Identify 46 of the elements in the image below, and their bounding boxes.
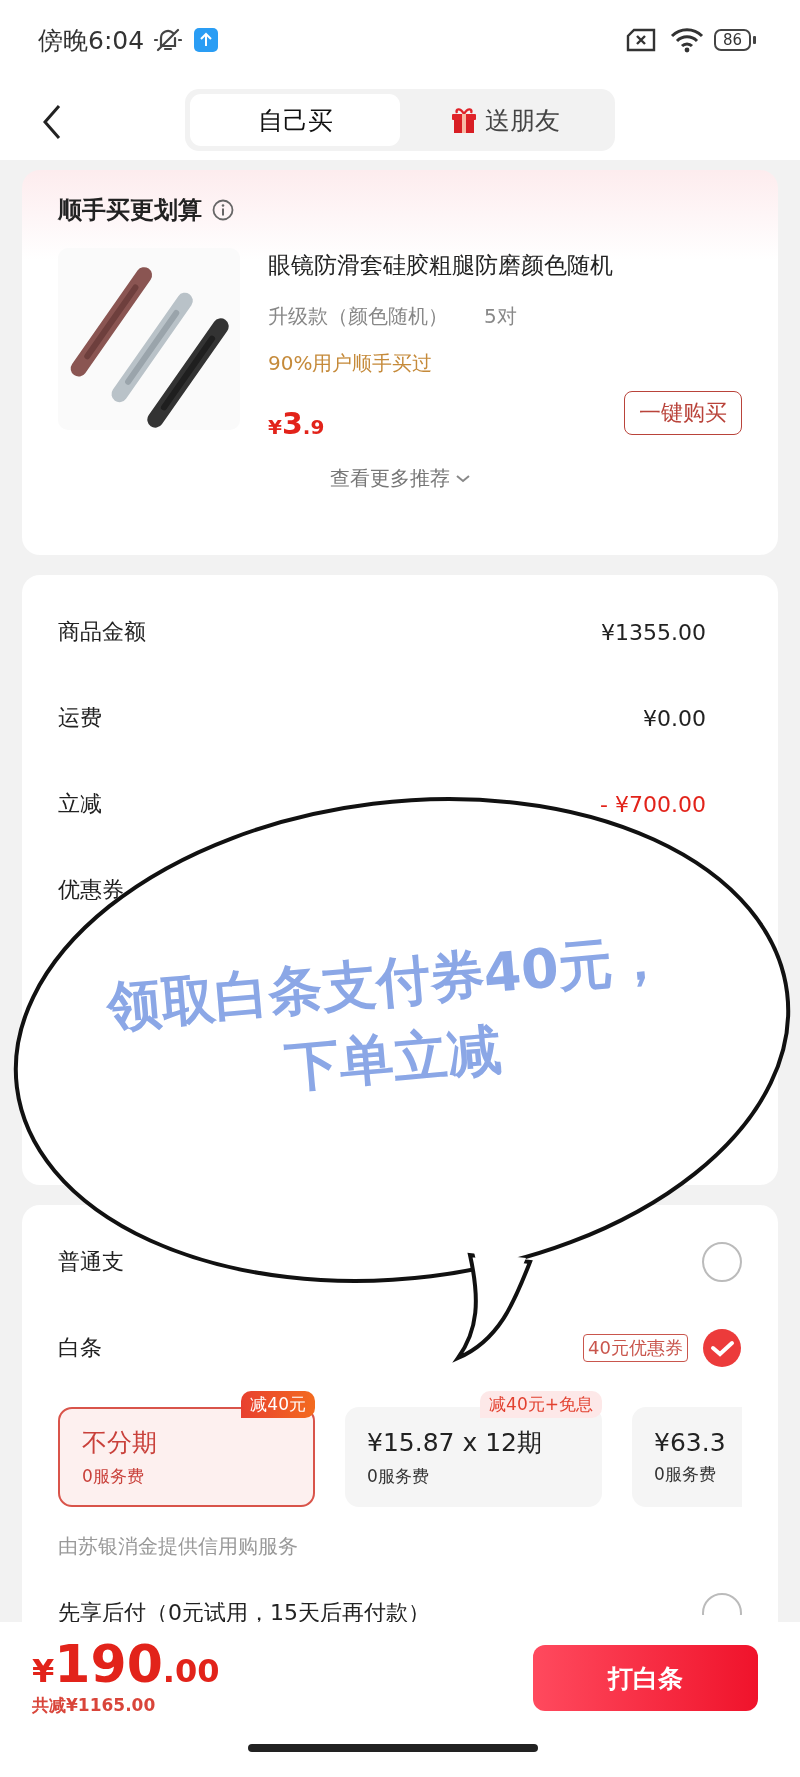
more-link[interactable]: 查看更多推荐: [58, 465, 742, 492]
chevron-down-icon: [456, 473, 470, 484]
plan-tag: 减40元: [241, 1391, 315, 1418]
plan-title: ¥63.3: [654, 1428, 727, 1457]
pay-button[interactable]: 打白条: [533, 1645, 758, 1711]
row-label: 运费: [58, 704, 102, 732]
coupon-badge: 40元优惠券: [583, 1334, 688, 1362]
radio-button[interactable]: [702, 1593, 742, 1615]
row-value: ¥1355.00: [601, 619, 706, 645]
gift-icon: [450, 106, 477, 134]
wifi-icon: [669, 27, 704, 53]
payment-option: 普通支: [58, 1247, 702, 1277]
installment-option[interactable]: ¥63.3 0服务费: [632, 1407, 742, 1507]
buy-button[interactable]: 一键购买: [624, 391, 742, 435]
row-label: 商品金额: [58, 618, 146, 646]
plan-fee: 0服务费: [654, 1463, 717, 1486]
bell-muted-icon: [154, 26, 183, 54]
radio-button[interactable]: [702, 1242, 742, 1282]
total-price: ¥190.00: [32, 1634, 220, 1694]
upload-icon: [194, 28, 219, 52]
section-title: 顺手买更划算: [58, 195, 202, 226]
row-label: 立减: [58, 790, 102, 818]
plan-title: ¥15.87 x 12期: [367, 1427, 543, 1459]
discount-total: 共减¥1165.00: [32, 1694, 156, 1717]
product-quantity: 5对: [484, 303, 517, 330]
plan-fee: 0服务费: [367, 1465, 430, 1488]
row-value: - ¥700.00: [600, 791, 706, 817]
product-title: 眼镜防滑套硅胶粗腿防磨颜色随机: [268, 251, 614, 280]
payment-option: 白条: [58, 1333, 584, 1363]
product-price: ¥3.9: [268, 406, 325, 441]
plan-fee: 0服务费: [82, 1465, 145, 1488]
row-value: ¥0.00: [643, 705, 706, 731]
purchase-note: 90%用户顺手买过: [268, 350, 434, 377]
row-label: 优惠券: [58, 876, 124, 904]
provider-note: 由苏银消金提供信用购服务: [58, 1533, 299, 1560]
back-icon[interactable]: [42, 104, 62, 140]
plan-tag: 减40元+免息: [480, 1391, 602, 1418]
checked-radio-icon[interactable]: [702, 1328, 742, 1368]
info-icon[interactable]: [212, 199, 234, 221]
callout-text: 领取白条支付券40元， 下单立减: [103, 925, 670, 1102]
sim-card-icon: [625, 28, 656, 52]
status-time: 傍晚6:04: [38, 24, 145, 57]
tab[interactable]: 自己买: [190, 94, 400, 146]
product-spec: 升级款（颜色随机）: [268, 303, 448, 330]
tab[interactable]: 送朋友: [400, 94, 610, 146]
plan-title: 不分期: [82, 1427, 158, 1459]
